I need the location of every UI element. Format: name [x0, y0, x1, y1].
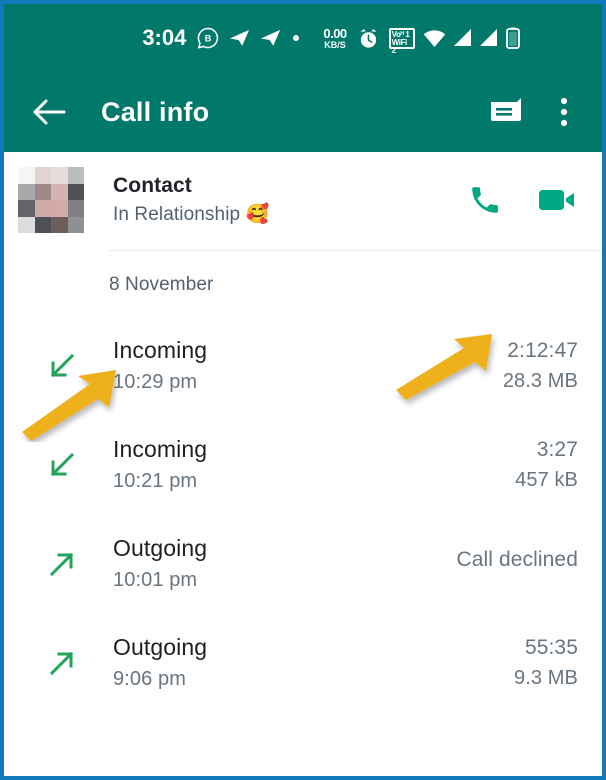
svg-text:B: B	[205, 34, 212, 44]
network-speed-indicator: 0.00 KB/S	[323, 25, 347, 50]
call-type: Incoming	[113, 436, 208, 462]
phone-icon	[472, 187, 498, 213]
call-type: Outgoing	[113, 535, 208, 561]
call-time: 10:29 pm	[113, 371, 198, 393]
incoming-call-arrow-icon	[45, 448, 79, 482]
call-duration: 3:27	[536, 437, 578, 461]
call-log-row[interactable]: Outgoing 9:06 pm 55:35 9.3 MB	[8, 613, 602, 712]
outgoing-call-arrow-icon	[45, 646, 79, 680]
call-type: Incoming	[113, 337, 208, 363]
call-type: Outgoing	[113, 634, 208, 660]
call-time: 10:21 pm	[113, 470, 198, 492]
voice-call-button[interactable]	[468, 183, 502, 217]
call-duration: Call declined	[456, 548, 578, 571]
back-button[interactable]	[21, 84, 77, 140]
avatar	[18, 167, 84, 233]
status-bar-clock: 3:04	[142, 25, 187, 50]
contact-divider	[109, 250, 602, 251]
wifi-icon	[422, 28, 447, 48]
network-speed-unit: KB/S	[324, 39, 346, 50]
call-time: 10:01 pm	[113, 569, 198, 591]
call-data-size: 28.3 MB	[502, 369, 578, 392]
contact-header[interactable]: Contact In Relationship 🥰	[8, 152, 602, 248]
back-arrow-icon	[33, 99, 66, 125]
page-title: Call info	[101, 96, 210, 127]
message-button[interactable]	[482, 88, 530, 136]
date-header: 8 November	[109, 274, 214, 295]
call-log-row[interactable]: Incoming 10:29 pm 2:12:47 28.3 MB	[8, 316, 602, 415]
battery-icon	[505, 27, 520, 49]
telegram-icon	[258, 27, 283, 49]
signal-sim2-icon	[477, 28, 499, 48]
call-duration: 55:35	[524, 635, 578, 659]
contact-name: Contact	[113, 174, 192, 197]
phone-screenshot: 3:04 B 0.00 KB/S Voᴴ 1 WiFi 2 Call info …	[0, 0, 606, 780]
whatsapp-business-icon: B	[197, 27, 219, 49]
alarm-icon	[357, 27, 380, 50]
message-icon	[491, 98, 521, 121]
more-options-icon	[560, 97, 568, 127]
telegram-icon	[227, 27, 252, 49]
status-bar: 3:04 B 0.00 KB/S Voᴴ 1 WiFi 2	[4, 4, 602, 72]
call-log-row[interactable]: Incoming 10:21 pm 3:27 457 kB	[8, 415, 602, 514]
video-call-button[interactable]	[538, 185, 576, 215]
signal-sim1-icon	[451, 28, 473, 48]
call-data-size: 9.3 MB	[514, 666, 578, 689]
call-data-size: 457 kB	[515, 468, 578, 491]
call-time: 9:06 pm	[113, 668, 186, 690]
contact-status: In Relationship 🥰	[113, 204, 270, 225]
app-bar: Call info	[4, 72, 602, 152]
call-history-list: Incoming 10:29 pm 2:12:47 28.3 MB Incomi…	[8, 316, 602, 712]
network-speed-value: 0.00	[323, 25, 347, 41]
video-camera-icon	[539, 190, 574, 210]
call-duration: 2:12:47	[507, 338, 578, 362]
outgoing-call-arrow-icon	[45, 547, 79, 581]
volte-wifi-icon: Voᴴ 1 WiFi 2	[388, 27, 415, 54]
incoming-call-arrow-icon	[45, 349, 79, 383]
more-options-button[interactable]	[540, 88, 588, 136]
call-log-row[interactable]: Outgoing 10:01 pm Call declined	[8, 514, 602, 613]
dot-icon	[291, 33, 301, 43]
